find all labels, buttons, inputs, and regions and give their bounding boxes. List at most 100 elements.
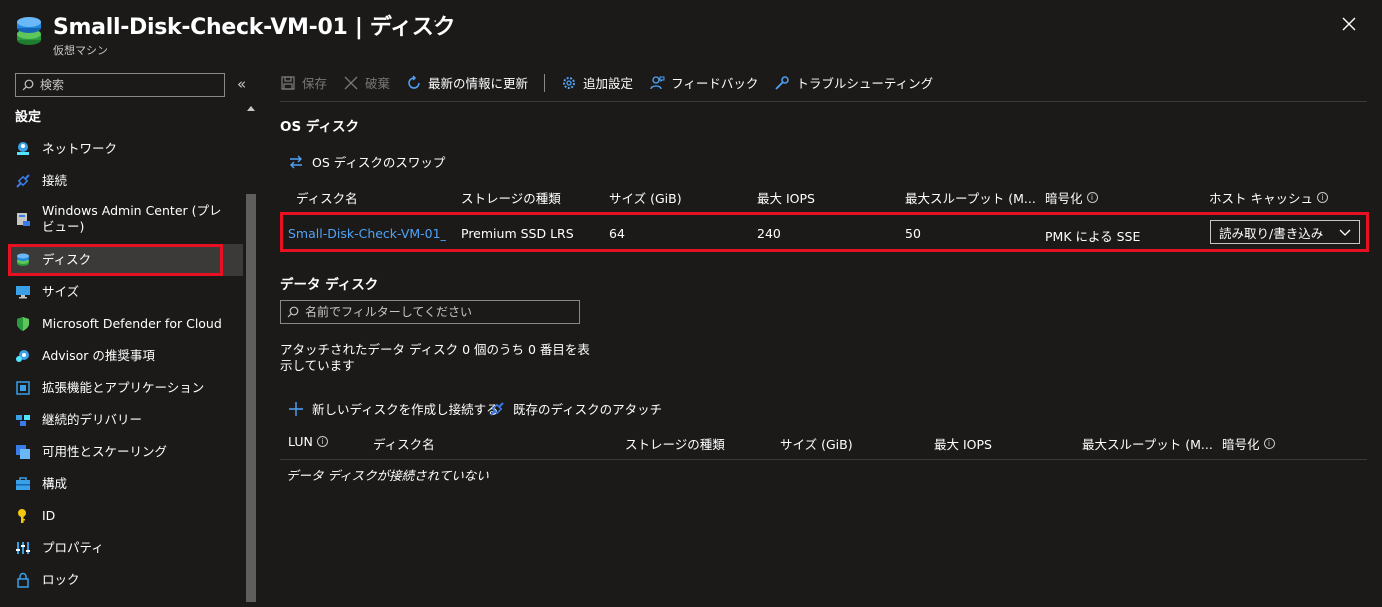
sidebar-item-identity[interactable]: ID — [8, 505, 243, 527]
sidebar-item-locks[interactable]: ロック — [8, 569, 243, 591]
os-disk-row: Small-Disk-Check-VM-01_OsDisk Premium SS… — [280, 212, 1369, 252]
availability-icon — [14, 443, 32, 461]
sidebar-item-properties[interactable]: プロパティ — [8, 537, 243, 559]
sidebar-item-label: 構成 — [42, 476, 68, 491]
feedback-button[interactable]: フィードバック — [649, 73, 758, 92]
table-divider — [280, 459, 1367, 460]
info-icon[interactable]: i — [1263, 438, 1275, 449]
swap-os-disk-button[interactable]: OS ディスクのスワップ — [288, 152, 445, 171]
sidebar-scrollbar[interactable] — [243, 104, 260, 607]
col-size[interactable]: サイズ (GiB) — [609, 188, 682, 207]
configuration-icon — [14, 475, 32, 493]
attach-existing-label: 既存のディスクのアタッチ — [513, 402, 663, 417]
sidebar-search[interactable] — [15, 73, 225, 97]
col-max-iops[interactable]: 最大 IOPS — [934, 434, 992, 453]
os-disk-heading: OS ディスク — [280, 119, 359, 135]
host-cache-dropdown[interactable]: 読み取り/書き込み — [1210, 220, 1360, 244]
sidebar-item-defender[interactable]: Microsoft Defender for Cloud — [8, 313, 243, 335]
chevron-down-icon — [1339, 229, 1351, 236]
os-disk-name-link[interactable]: Small-Disk-Check-VM-01_OsDisk — [288, 226, 446, 241]
page-header: Small-Disk-Check-VM-01 | ディスク 仮想マシン ··· — [0, 0, 1382, 64]
more-options-button[interactable]: ··· — [433, 14, 449, 30]
data-disk-heading: データ ディスク — [280, 277, 379, 293]
create-attach-disk-button[interactable]: 新しいディスクを作成し接続する — [288, 399, 499, 418]
sidebar-item-label: ID — [42, 508, 56, 523]
sidebar-item-label: 拡張機能とアプリケーション — [42, 380, 205, 395]
swap-label: OS ディスクのスワップ — [312, 155, 446, 170]
sidebar-item-label: 継続的デリバリー — [42, 412, 143, 427]
os-disk-storage: Premium SSD LRS — [461, 226, 574, 241]
empty-state-text: データ ディスクが接続されていない — [286, 468, 489, 483]
sidebar-item-network[interactable]: ネットワーク — [8, 138, 243, 160]
sidebar-item-availability[interactable]: 可用性とスケーリング — [8, 441, 243, 463]
info-icon[interactable]: i — [1316, 192, 1328, 203]
col-size[interactable]: サイズ (GiB) — [780, 434, 853, 453]
discard-icon — [344, 76, 358, 89]
col-encryption[interactable]: 暗号化 i — [1045, 188, 1098, 207]
col-max-iops[interactable]: 最大 IOPS — [757, 188, 815, 207]
os-disk-encryption: PMK による SSE — [1045, 229, 1141, 244]
page-subtitle: 仮想マシン — [53, 44, 108, 57]
swap-icon — [290, 155, 302, 168]
refresh-label: 最新の情報に更新 — [428, 76, 529, 91]
sidebar-item-label: Windows Admin Center (プレビュー) — [42, 203, 222, 234]
extensions-icon — [14, 379, 32, 397]
discard-button[interactable]: 破棄 — [343, 73, 390, 92]
sidebar-item-connect[interactable]: 接続 — [8, 170, 243, 192]
wrench-icon — [775, 75, 790, 90]
col-storage-type[interactable]: ストレージの種類 — [625, 434, 725, 453]
sidebar-item-advisor[interactable]: Advisor の推奨事項 — [8, 345, 243, 367]
sidebar-item-configuration[interactable]: 構成 — [8, 473, 243, 495]
host-cache-value: 読み取り/書き込み — [1219, 225, 1324, 241]
col-lun[interactable]: LUN i — [288, 434, 328, 449]
data-disk-count-text: アタッチされたデータ ディスク 0 個のうち 0 番目を表示しています — [280, 342, 590, 373]
create-attach-label: 新しいディスクを作成し接続する — [312, 402, 499, 417]
col-host-cache[interactable]: ホスト キャッシュ i — [1209, 188, 1328, 207]
section-heading-settings: 設定 — [15, 110, 42, 125]
col-max-throughput[interactable]: 最大スループット (M... — [1082, 434, 1213, 453]
connect-icon — [14, 172, 32, 190]
scroll-up-arrow[interactable] — [247, 106, 255, 111]
troubleshoot-label: トラブルシューティング — [796, 76, 934, 91]
os-disk-iops: 240 — [757, 226, 781, 241]
lock-icon — [14, 571, 32, 589]
scroll-thumb[interactable] — [246, 194, 256, 602]
sidebar-item-size[interactable]: サイズ — [8, 281, 243, 303]
col-lun-label: LUN — [288, 434, 313, 449]
refresh-button[interactable]: 最新の情報に更新 — [406, 73, 528, 92]
main-content: 保存 破棄 最新の情報に更新 追加設定 フィードバック トラブルシューティング … — [260, 64, 1382, 607]
sidebar-item-continuous-delivery[interactable]: 継続的デリバリー — [8, 409, 243, 431]
toolbar-divider — [544, 73, 546, 92]
col-encryption-label: 暗号化 — [1045, 191, 1083, 206]
col-disk-name[interactable]: ディスク名 — [373, 434, 435, 453]
attach-existing-disk-button[interactable]: 既存のディスクのアタッチ — [489, 399, 662, 418]
feedback-icon — [650, 75, 665, 89]
col-max-throughput[interactable]: 最大スループット (M... — [905, 188, 1036, 207]
info-icon[interactable]: i — [316, 436, 328, 447]
save-button[interactable]: 保存 — [280, 73, 327, 92]
collapse-sidebar-button[interactable]: « — [237, 75, 246, 93]
troubleshoot-button[interactable]: トラブルシューティング — [774, 73, 933, 92]
refresh-icon — [408, 74, 420, 89]
os-disk-size: 64 — [609, 226, 625, 241]
sidebar-item-label: 接続 — [42, 173, 68, 188]
col-host-cache-label: ホスト キャッシュ — [1209, 191, 1313, 206]
page-title: Small-Disk-Check-VM-01 | ディスク — [53, 15, 456, 40]
search-input[interactable] — [40, 78, 210, 92]
col-storage-type[interactable]: ストレージの種類 — [461, 188, 561, 207]
search-icon — [22, 79, 34, 91]
sidebar-item-extensions[interactable]: 拡張機能とアプリケーション — [8, 377, 243, 399]
col-encryption[interactable]: 暗号化 i — [1222, 434, 1275, 453]
close-icon[interactable] — [1339, 14, 1359, 34]
col-disk-name[interactable]: ディスク名 — [296, 188, 358, 207]
sidebar-item-windows-admin-center[interactable]: Windows Admin Center (プレビュー) — [8, 200, 243, 238]
info-icon[interactable]: i — [1086, 192, 1098, 203]
save-label: 保存 — [302, 76, 328, 91]
sidebar-item-label: ネットワーク — [42, 141, 118, 156]
data-disk-filter[interactable] — [280, 300, 580, 324]
advisor-icon — [14, 347, 32, 365]
windows-admin-center-icon — [14, 210, 32, 228]
filter-input[interactable] — [305, 305, 565, 319]
sidebar: « 設定 ネットワーク 接続 Windows Admin Center (プレビ… — [0, 64, 260, 607]
additional-settings-button[interactable]: 追加設定 — [561, 73, 633, 92]
